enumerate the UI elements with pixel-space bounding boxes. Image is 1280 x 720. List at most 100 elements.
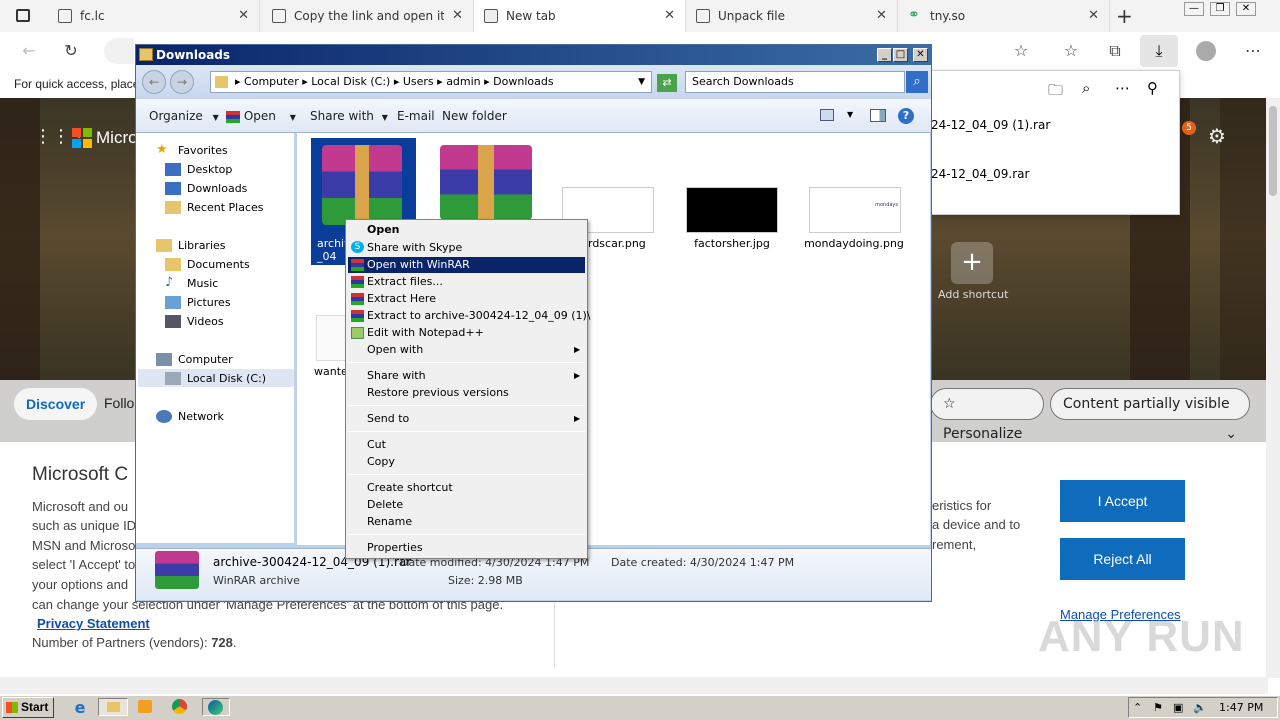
new-tab-button[interactable]: + (1116, 4, 1133, 28)
refresh-icon[interactable]: ⇄ (657, 74, 677, 92)
add-favorite-icon[interactable]: ☆ (1008, 40, 1034, 62)
nav-libraries[interactable]: Libraries (156, 239, 226, 252)
tab-unpack-file[interactable]: Unpack file ✕ (686, 0, 898, 32)
explorer-taskbar-icon[interactable] (98, 698, 128, 716)
settings-icon[interactable]: ⚙ (1208, 124, 1226, 148)
scrollbar-thumb[interactable] (1269, 106, 1277, 196)
breadcrumb-admin[interactable]: admin (446, 75, 480, 88)
search-icon[interactable]: ⌕ (1082, 79, 1090, 97)
close-button[interactable]: ✕ (913, 48, 928, 62)
nav-local-disk[interactable]: Local Disk (C:) (165, 372, 266, 385)
menu-share-with[interactable]: Share with (367, 369, 426, 382)
flag-icon[interactable]: ⚑ (1153, 698, 1163, 717)
accept-button[interactable]: I Accept (1060, 480, 1185, 522)
menu-cut[interactable]: Cut (367, 438, 386, 451)
nav-desktop[interactable]: Desktop (165, 163, 232, 176)
maximize-button[interactable]: □ (893, 48, 908, 62)
explorer-title-bar[interactable]: Downloads _ □ ✕ (136, 45, 931, 65)
close-icon[interactable]: ✕ (664, 8, 675, 23)
chevron-down-icon[interactable]: ▼ (847, 110, 853, 119)
close-icon[interactable]: ✕ (452, 8, 463, 23)
tab-new-tab[interactable]: New tab ✕ (474, 0, 686, 32)
vertical-scrollbar[interactable] (1266, 98, 1280, 678)
nav-network[interactable]: Network (156, 410, 224, 423)
content-visibility-dropdown[interactable]: Content partially visible ⌄ (1050, 388, 1250, 442)
breadcrumb-users[interactable]: Users (403, 75, 434, 88)
tab-tny-so[interactable]: ⚭ tny.so ✕ (898, 0, 1110, 32)
preview-pane-icon[interactable] (870, 109, 886, 122)
downloads-button[interactable]: ⤓ (1140, 35, 1178, 67)
maximize-button[interactable]: ❐ (1210, 2, 1230, 16)
horizontal-scrollbar[interactable] (0, 677, 1268, 694)
breadcrumb-downloads[interactable]: Downloads (493, 75, 553, 88)
volume-icon[interactable]: 🔈 (1193, 698, 1207, 717)
organize-menu[interactable]: Organize ▼ (149, 109, 219, 123)
tab-following[interactable]: Follo (104, 395, 134, 411)
file-thumbnail[interactable] (686, 187, 778, 233)
menu-open[interactable]: Open (367, 223, 400, 236)
back-icon[interactable]: ← (16, 40, 42, 62)
file-thumbnail[interactable] (316, 315, 346, 361)
back-button[interactable]: ← (142, 70, 166, 94)
new-folder-button[interactable]: New folder (442, 109, 507, 123)
refresh-icon[interactable]: ↻ (58, 40, 84, 62)
tab-discover[interactable]: Discover (14, 388, 98, 420)
close-icon[interactable]: ✕ (1088, 8, 1099, 23)
breadcrumb-local-disk[interactable]: Local Disk (C:) (311, 75, 390, 88)
menu-open-with[interactable]: Open with (367, 343, 423, 356)
add-shortcut-button[interactable]: + (951, 242, 993, 284)
nav-pictures[interactable]: Pictures (165, 296, 231, 309)
menu-create-shortcut[interactable]: Create shortcut (367, 481, 453, 494)
breadcrumb[interactable]: ▸ Computer ▸ Local Disk (C:) ▸ Users ▸ a… (210, 71, 652, 93)
pin-icon[interactable]: ⚲ (1147, 79, 1158, 97)
collections-icon[interactable]: ⧉ (1102, 40, 1128, 62)
nav-favorites[interactable]: ★ Favorites (156, 142, 228, 157)
menu-extract-here[interactable]: Extract Here (367, 292, 436, 305)
open-folder-icon[interactable]: 🗀 (1048, 80, 1063, 105)
ie-icon[interactable]: e (70, 698, 90, 717)
edge-icon[interactable] (202, 698, 230, 716)
close-window-button[interactable]: ✕ (1236, 2, 1256, 16)
help-icon[interactable]: ? (898, 108, 914, 124)
menu-extract-files[interactable]: Extract files... (367, 275, 443, 288)
nav-videos[interactable]: Videos (165, 315, 224, 328)
tab-copy-link[interactable]: Copy the link and open it in ✕ (262, 0, 474, 32)
tab-fc-lc[interactable]: fc.lc ✕ (48, 0, 260, 32)
media-player-icon[interactable] (136, 698, 156, 716)
more-icon[interactable]: ⋯ (1240, 40, 1266, 62)
menu-copy[interactable]: Copy (367, 455, 395, 468)
download-item[interactable]: 24-12_04_09.rar (931, 167, 1029, 181)
network-tray-icon[interactable]: ▣ (1173, 698, 1183, 717)
menu-send-to[interactable]: Send to (367, 412, 409, 425)
start-button[interactable]: Start (2, 697, 54, 718)
breadcrumb-computer[interactable]: Computer (244, 75, 299, 88)
close-icon[interactable]: ✕ (238, 8, 249, 23)
nav-recent-places[interactable]: Recent Places (165, 201, 264, 214)
menu-properties[interactable]: Properties (367, 541, 423, 554)
clock[interactable]: 1:47 PM (1219, 698, 1263, 717)
privacy-statement-link[interactable]: Privacy Statement (37, 616, 150, 631)
close-icon[interactable]: ✕ (876, 8, 887, 23)
chrome-icon[interactable] (170, 698, 190, 716)
personalize-button[interactable]: ☆ Personalize (930, 388, 1044, 442)
nav-documents[interactable]: Documents (165, 258, 250, 271)
file-thumbnail[interactable]: mondays (809, 187, 901, 233)
file-archive-2[interactable] (440, 145, 532, 225)
view-icon[interactable] (820, 109, 834, 121)
minimize-button[interactable]: — (1184, 2, 1204, 16)
share-with-menu[interactable]: Share with ▼ (310, 109, 388, 123)
menu-rename[interactable]: Rename (367, 515, 412, 528)
open-button[interactable]: Open ▼ (226, 109, 296, 123)
search-box[interactable]: Search Downloads (685, 71, 905, 93)
minimize-button[interactable]: _ (877, 48, 892, 62)
nav-downloads[interactable]: Downloads (165, 182, 247, 195)
email-button[interactable]: E-mail (397, 109, 435, 123)
forward-button[interactable]: → (170, 70, 194, 94)
more-options-icon[interactable]: ⋯ (1115, 79, 1130, 97)
menu-extract-to[interactable]: Extract to archive-300424-12_04_09 (1)\ (367, 309, 591, 322)
reject-all-button[interactable]: Reject All (1060, 538, 1185, 580)
nav-computer[interactable]: Computer (156, 353, 233, 366)
profile-avatar[interactable] (1196, 41, 1216, 61)
menu-delete[interactable]: Delete (367, 498, 403, 511)
file-archive-1[interactable] (322, 145, 402, 225)
